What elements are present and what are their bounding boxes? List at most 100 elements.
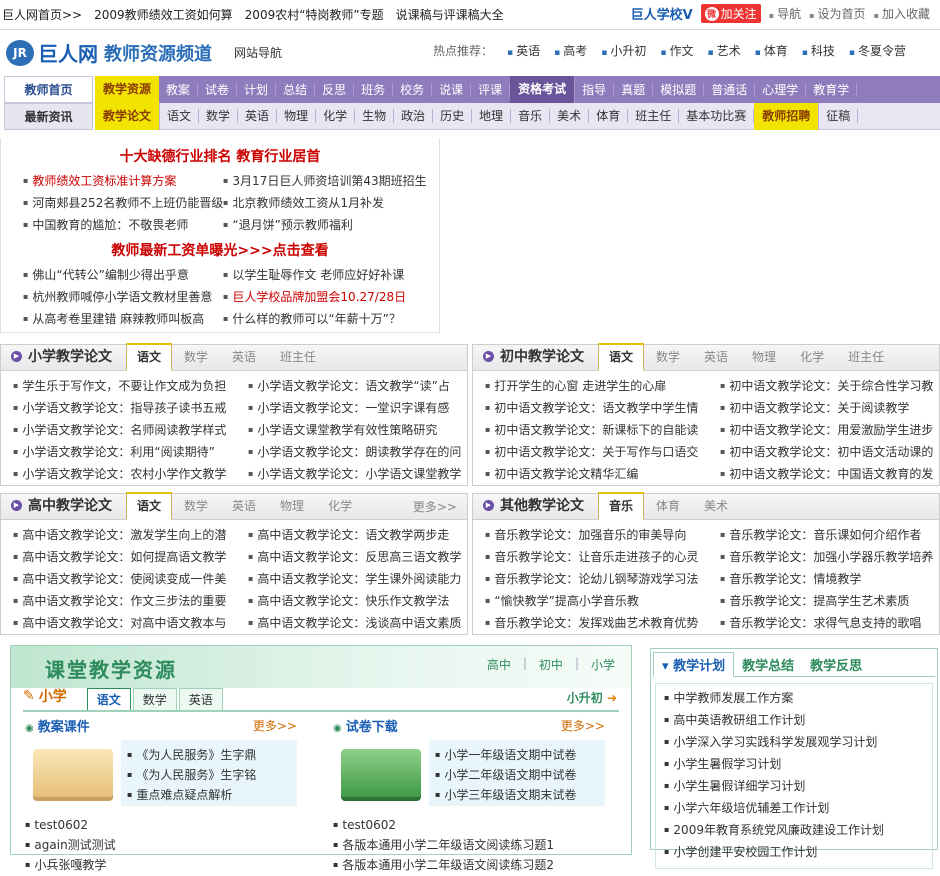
menu-item[interactable]: 总结 (276, 82, 316, 97)
menu-item[interactable]: 历史 (433, 109, 473, 123)
menu-item[interactable]: 化学 (316, 109, 356, 123)
article-link[interactable]: 高中语文教学论文：快乐作文教学法 (248, 592, 483, 612)
box-tab[interactable]: 英语 (220, 497, 268, 519)
tab-math[interactable]: 数学 (132, 688, 177, 710)
tab-teaching-summary[interactable]: 教学总结 (734, 653, 802, 676)
article-link[interactable]: 高中语文教学论文：如何提高语文教学 (13, 548, 248, 568)
news-link[interactable]: 以学生耻辱作文 老师应好好补课 (223, 266, 443, 286)
lesson-link[interactable]: 《为人民服务》生字铭 (127, 766, 291, 786)
top-link-salary[interactable]: 2009教师绩效工资如何算 (94, 6, 233, 23)
level-primary[interactable]: 小学 (591, 656, 615, 673)
exam-link[interactable]: 各版本通用小学二年级语文阅读练习题1 (333, 836, 605, 856)
article-link[interactable]: 音乐教学论文：发挥戏曲艺术教育优势 (485, 614, 720, 634)
headline-1[interactable]: 十大缺德行业排名 教育行业居首 (1, 146, 439, 166)
menu-item[interactable]: 评课 (471, 82, 511, 97)
news-link[interactable]: 从高考卷里建错 麻辣教师叫板高 (23, 310, 223, 330)
news-link[interactable]: 教师绩效工资标准计算方案 (23, 172, 223, 192)
top-link-home[interactable]: 巨人网首页>> (2, 6, 82, 23)
article-link[interactable]: 初中语文教学论文：语文教学中学生情 (485, 399, 720, 419)
hot-link[interactable]: 高考 (554, 42, 587, 59)
lesson-more-link[interactable]: 更多>> (253, 717, 297, 734)
article-link[interactable]: 小学语文教学论文：小学语文课堂教学 (248, 465, 483, 485)
article-link[interactable]: 高中语文教学论文：激发学生向上的潜 (13, 526, 248, 546)
hot-link[interactable]: 艺术 (708, 42, 741, 59)
article-link[interactable]: 高中语文教学论文：语文教学两步走 (248, 526, 483, 546)
box-tab[interactable]: 物理 (268, 497, 316, 519)
menu-item[interactable]: 校务 (393, 82, 433, 97)
article-link[interactable]: 音乐教学论文：加强音乐的审美导向 (485, 526, 720, 546)
article-link[interactable]: 高中语文教学论文：作文三步法的重要 (13, 592, 248, 612)
box-tab[interactable]: 语文 (126, 492, 173, 520)
news-link[interactable]: 什么样的教师可以“年薪十万”？ (223, 310, 443, 330)
article-link[interactable]: 小学语文教学论文：利用“阅读期待” (13, 443, 248, 463)
menu-item[interactable]: 英语 (238, 109, 278, 123)
lesson-link[interactable]: 小兵张嘎教学 (25, 856, 297, 876)
box-tab[interactable]: 体育 (644, 497, 692, 519)
article-link[interactable]: 初中语文教学论文精华汇编 (485, 465, 720, 485)
plan-link[interactable]: 高中英语教研组工作计划 (664, 710, 924, 732)
menu-item[interactable]: 教案 (159, 82, 199, 97)
menu-item[interactable]: 教育学 (806, 82, 858, 97)
article-link[interactable]: 小学语文教学论文：一堂识字课有感 (248, 399, 483, 419)
logo[interactable]: JR 巨人网 教师资源频道 网站导航 (6, 38, 282, 67)
box-tab[interactable]: 化学 (316, 497, 364, 519)
article-link[interactable]: 小学语文教学论文：语文教学“读”占 (248, 377, 483, 397)
menu-item[interactable]: 指导 (575, 82, 615, 97)
box-tab[interactable]: 班主任 (268, 348, 328, 370)
menu-item[interactable]: 美术 (550, 109, 590, 123)
article-link[interactable]: 初中语文教学论文：用爱激励学生进步 (720, 421, 940, 441)
news-link[interactable]: 巨人学校品牌加盟会10.27/28日 (223, 288, 443, 308)
article-link[interactable]: 音乐教学论文：音乐课如何介绍作者 (720, 526, 940, 546)
menu-item[interactable]: 语文 (160, 109, 200, 123)
article-link[interactable]: 初中语文教学论文：初中语文活动课的 (720, 443, 940, 463)
xiaoshengchu-link[interactable]: 小升初 (567, 689, 617, 706)
article-link[interactable]: 初中语文教学论文：新课标下的自能读 (485, 421, 720, 441)
menu-item[interactable]: 资格考试 (510, 76, 576, 103)
box-title[interactable]: ▶ 高中教学论文 (1, 495, 126, 519)
menu-item[interactable]: 基本功比赛 (679, 109, 755, 123)
article-link[interactable]: 音乐教学论文：加强小学器乐教学培养 (720, 548, 940, 568)
news-link[interactable]: 北京教师绩效工资从1月补发 (223, 194, 443, 214)
level-senior[interactable]: 高中 (487, 656, 511, 673)
lesson-link[interactable]: test0602 (25, 816, 297, 836)
news-link[interactable]: 河南郏县252名教师不上班仍能晋级 (23, 194, 223, 214)
tab-chinese[interactable]: 语文 (86, 688, 131, 710)
article-link[interactable]: 音乐教学论文：求得气息支持的歌唱 (720, 614, 940, 634)
exam-more-link[interactable]: 更多>> (561, 717, 605, 734)
box-tab[interactable]: 化学 (788, 348, 836, 370)
article-link[interactable]: 高中语文教学论文：学生课外阅读能力 (248, 570, 483, 590)
exam-link[interactable]: 小学三年级语文期末试卷 (435, 786, 599, 806)
exam-link[interactable]: 小学二年级语文期中试卷 (435, 766, 599, 786)
article-link[interactable]: 高中语文教学论文：浅谈高中语文素质 (248, 614, 483, 634)
hot-link[interactable]: 小升初 (601, 42, 646, 59)
article-link[interactable]: 打开学生的心窗 走进学生的心扉 (485, 377, 720, 397)
box-title[interactable]: ▶ 小学教学论文 (1, 346, 126, 370)
more-link[interactable]: 更多>> (413, 498, 457, 515)
news-link[interactable]: 中国教育的尴尬：不敬畏老师 (23, 216, 223, 236)
article-link[interactable]: 初中语文教学论文：关于综合性学习教 (720, 377, 940, 397)
top-link-lecture[interactable]: 说课稿与评课稿大全 (396, 6, 504, 23)
tab-latest-news[interactable]: 最新资讯 (4, 103, 93, 130)
menu-item[interactable]: 数学 (199, 109, 239, 123)
tab-english[interactable]: 英语 (178, 688, 223, 710)
exam-link[interactable]: 各版本通用小学二年级语文阅读练习题2 (333, 856, 605, 876)
hot-link[interactable]: 冬夏令营 (849, 42, 906, 59)
box-title[interactable]: ▶ 其他教学论文 (473, 495, 598, 519)
article-link[interactable]: 音乐教学论文：情境教学 (720, 570, 940, 590)
nav-link[interactable]: 导航 (769, 5, 801, 22)
article-link[interactable]: 音乐教学论文：论幼儿钢琴游戏学习法 (485, 570, 720, 590)
tab-teaching-plan[interactable]: 教学计划 (653, 652, 735, 677)
menu-item[interactable]: 心理学 (755, 82, 807, 97)
box-tab[interactable]: 数学 (644, 348, 692, 370)
article-link[interactable]: 初中语文教学论文：中国语文教育的发 (720, 465, 940, 485)
lesson-plans-title[interactable]: 教案课件 (25, 716, 90, 735)
article-link[interactable]: 小学语文教学论文：农村小学作文教学 (13, 465, 248, 485)
box-tab[interactable]: 物理 (740, 348, 788, 370)
news-link[interactable]: “退月饼”预示教师福利 (223, 216, 443, 236)
set-homepage-link[interactable]: 设为首页 (809, 5, 866, 22)
exam-link[interactable]: 小学一年级语文期中试卷 (435, 746, 599, 766)
menu-item[interactable]: 试卷 (198, 82, 238, 97)
plan-link[interactable]: 小学深入学习实践科学发展观学习计划 (664, 732, 924, 754)
menu-item[interactable]: 音乐 (511, 109, 551, 123)
menu-item[interactable]: 说课 (432, 82, 472, 97)
